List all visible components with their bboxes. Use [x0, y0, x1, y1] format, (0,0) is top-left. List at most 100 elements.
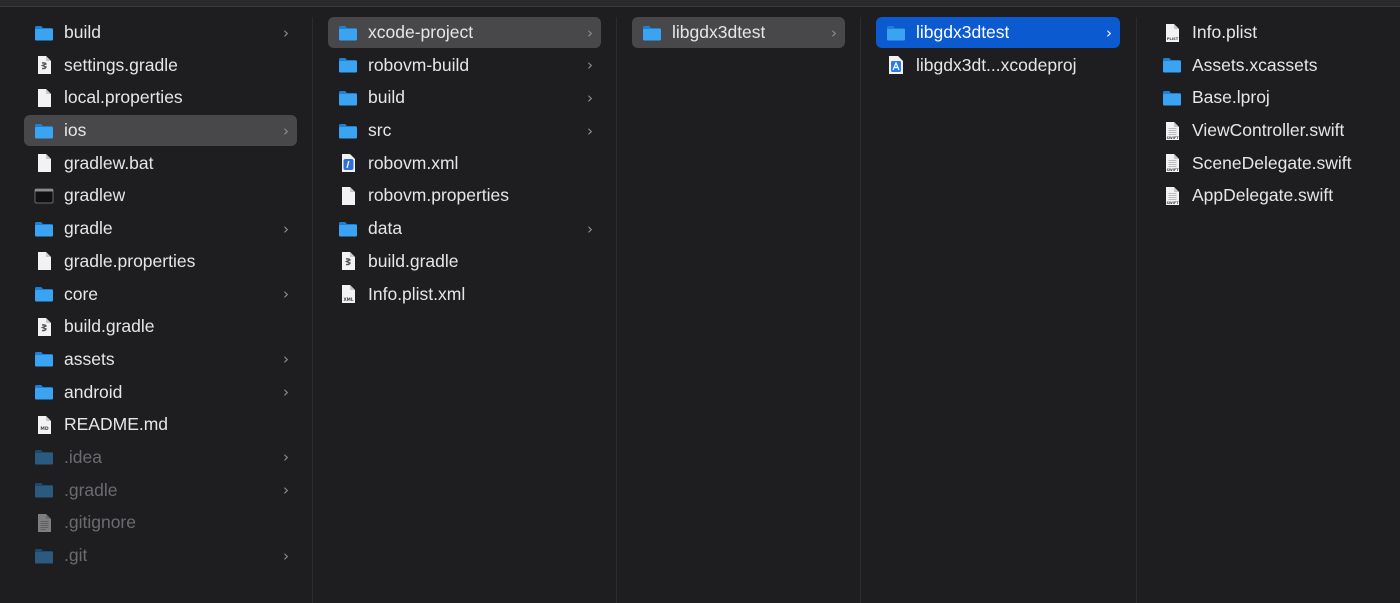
file-row-gitignore[interactable]: .gitignore — [24, 507, 297, 538]
item-label: build.gradle — [64, 316, 155, 337]
folder-row-robovm-build[interactable]: robovm-build › — [328, 50, 601, 81]
gradle-file-icon — [337, 250, 359, 272]
column-4: libgdx3dtest › libgdx3dt...xcodeproj — [876, 17, 1120, 82]
file-row-scenedelegate-swift[interactable]: SWIFT SceneDelegate.swift — [1152, 148, 1392, 179]
item-label: gradle.properties — [64, 250, 196, 271]
folder-row-core[interactable]: core › — [24, 279, 297, 310]
xml-doc-icon: XML — [337, 283, 359, 305]
item-label: .git — [64, 545, 88, 565]
item-label: settings.gradle — [64, 54, 178, 75]
folder-row-build[interactable]: build › — [24, 17, 297, 48]
xml-file-icon — [337, 152, 359, 174]
folder-row-ios[interactable]: ios › — [24, 115, 297, 147]
column-1: build › settings.gradle local.properties ios… — [24, 17, 297, 573]
file-row-gradle-properties[interactable]: gradle.properties — [24, 246, 297, 277]
plist-file-icon: PLIST — [1161, 22, 1183, 44]
chevron-right-icon: › — [283, 481, 289, 500]
svg-text:MD: MD — [40, 426, 48, 432]
item-label: libgdx3dt...xcodeproj — [916, 54, 1077, 75]
finder-column-browser: build › settings.gradle local.properties ios… — [0, 17, 1400, 603]
folder-row-build[interactable]: build › — [328, 82, 601, 113]
column-divider[interactable] — [1136, 17, 1137, 603]
item-label: Base.lproj — [1192, 87, 1270, 108]
folder-icon — [337, 218, 359, 240]
folder-icon — [33, 22, 55, 44]
folder-icon — [1161, 87, 1183, 109]
gradle-file-icon — [33, 316, 55, 338]
item-label: gradlew.bat — [64, 152, 154, 173]
markdown-file-icon: MD — [33, 414, 55, 436]
folder-row-xcode-project[interactable]: xcode-project › — [328, 17, 601, 48]
gradle-file-icon — [33, 54, 55, 76]
item-label: README.md — [64, 414, 169, 435]
file-row-build-gradle[interactable]: build.gradle — [24, 311, 297, 342]
svg-text:SWIFT: SWIFT — [1166, 136, 1179, 140]
swift-file-icon: SWIFT — [1161, 120, 1183, 142]
item-label: Info.plist.xml — [368, 283, 466, 304]
item-label: src — [368, 120, 392, 141]
folder-icon — [33, 479, 55, 501]
file-row-settings-gradle[interactable]: settings.gradle — [24, 50, 297, 81]
item-label: build — [368, 87, 405, 108]
chevron-right-icon: › — [283, 350, 289, 369]
chevron-right-icon: › — [587, 56, 593, 75]
document-icon — [337, 185, 359, 207]
file-row-base-lproj[interactable]: Base.lproj — [1152, 82, 1392, 113]
item-label: gradle — [64, 218, 113, 239]
chevron-right-icon: › — [283, 23, 289, 42]
chevron-right-icon: › — [587, 23, 593, 42]
folder-row-data[interactable]: data › — [328, 213, 601, 244]
item-label: data — [368, 218, 403, 239]
folder-row-assets[interactable]: assets › — [24, 344, 297, 375]
item-label: android — [64, 381, 123, 402]
file-row-appdelegate-swift[interactable]: SWIFT AppDelegate.swift — [1152, 180, 1392, 211]
column-divider[interactable] — [312, 17, 313, 603]
chevron-right-icon: › — [283, 219, 289, 238]
document-icon — [33, 250, 55, 272]
file-row-viewcontroller-swift[interactable]: SWIFT ViewController.swift — [1152, 115, 1392, 146]
folder-icon — [337, 22, 359, 44]
chevron-right-icon: › — [283, 383, 289, 402]
item-label: Assets.xcassets — [1192, 54, 1318, 75]
folder-icon — [33, 283, 55, 305]
file-row-assets-xcassets[interactable]: Assets.xcassets — [1152, 50, 1392, 81]
item-label: robovm-build — [368, 54, 470, 75]
folder-icon — [33, 545, 55, 567]
column-divider[interactable] — [616, 17, 617, 603]
file-row-build-gradle[interactable]: build.gradle — [328, 246, 601, 277]
item-label: libgdx3dtest — [672, 22, 766, 42]
file-row-info-plist[interactable]: PLIST Info.plist — [1152, 17, 1392, 48]
chevron-right-icon: › — [1106, 23, 1112, 42]
file-row-gradlew-bat[interactable]: gradlew.bat — [24, 148, 297, 179]
svg-text:SWIFT: SWIFT — [1166, 168, 1179, 172]
folder-row-libgdx3dtest[interactable]: libgdx3dtest › — [876, 17, 1120, 48]
folder-icon — [33, 446, 55, 468]
file-row-readme-md[interactable]: MD README.md — [24, 409, 297, 440]
folder-row-idea[interactable]: .idea › — [24, 442, 297, 473]
item-label: local.properties — [64, 87, 183, 108]
folder-icon — [337, 54, 359, 76]
item-label: build.gradle — [368, 250, 459, 271]
folder-row-gradle[interactable]: gradle › — [24, 213, 297, 244]
file-row-libgdx3dt-xcodeproj[interactable]: libgdx3dt...xcodeproj — [876, 50, 1120, 81]
folder-icon — [1161, 54, 1183, 76]
folder-row-src[interactable]: src › — [328, 115, 601, 146]
file-row-local-properties[interactable]: local.properties — [24, 82, 297, 113]
folder-row-git[interactable]: .git › — [24, 540, 297, 571]
item-label: robovm.xml — [368, 152, 459, 173]
file-row-robovm-properties[interactable]: robovm.properties — [328, 180, 601, 211]
folder-row-android[interactable]: android › — [24, 377, 297, 408]
folder-row-libgdx3dtest[interactable]: libgdx3dtest › — [632, 17, 845, 48]
item-label: AppDelegate.swift — [1192, 185, 1334, 206]
file-row-info-plist-xml[interactable]: XML Info.plist.xml — [328, 279, 601, 310]
folder-icon — [33, 120, 55, 142]
folder-row-gradle[interactable]: .gradle › — [24, 475, 297, 506]
folder-icon — [641, 22, 663, 44]
column-divider[interactable] — [860, 17, 861, 603]
chevron-right-icon: › — [587, 121, 593, 140]
chevron-right-icon: › — [283, 546, 289, 565]
file-row-robovm-xml[interactable]: robovm.xml — [328, 148, 601, 179]
item-label: robovm.properties — [368, 185, 510, 206]
chevron-right-icon: › — [283, 285, 289, 303]
file-row-gradlew[interactable]: gradlew — [24, 180, 297, 211]
